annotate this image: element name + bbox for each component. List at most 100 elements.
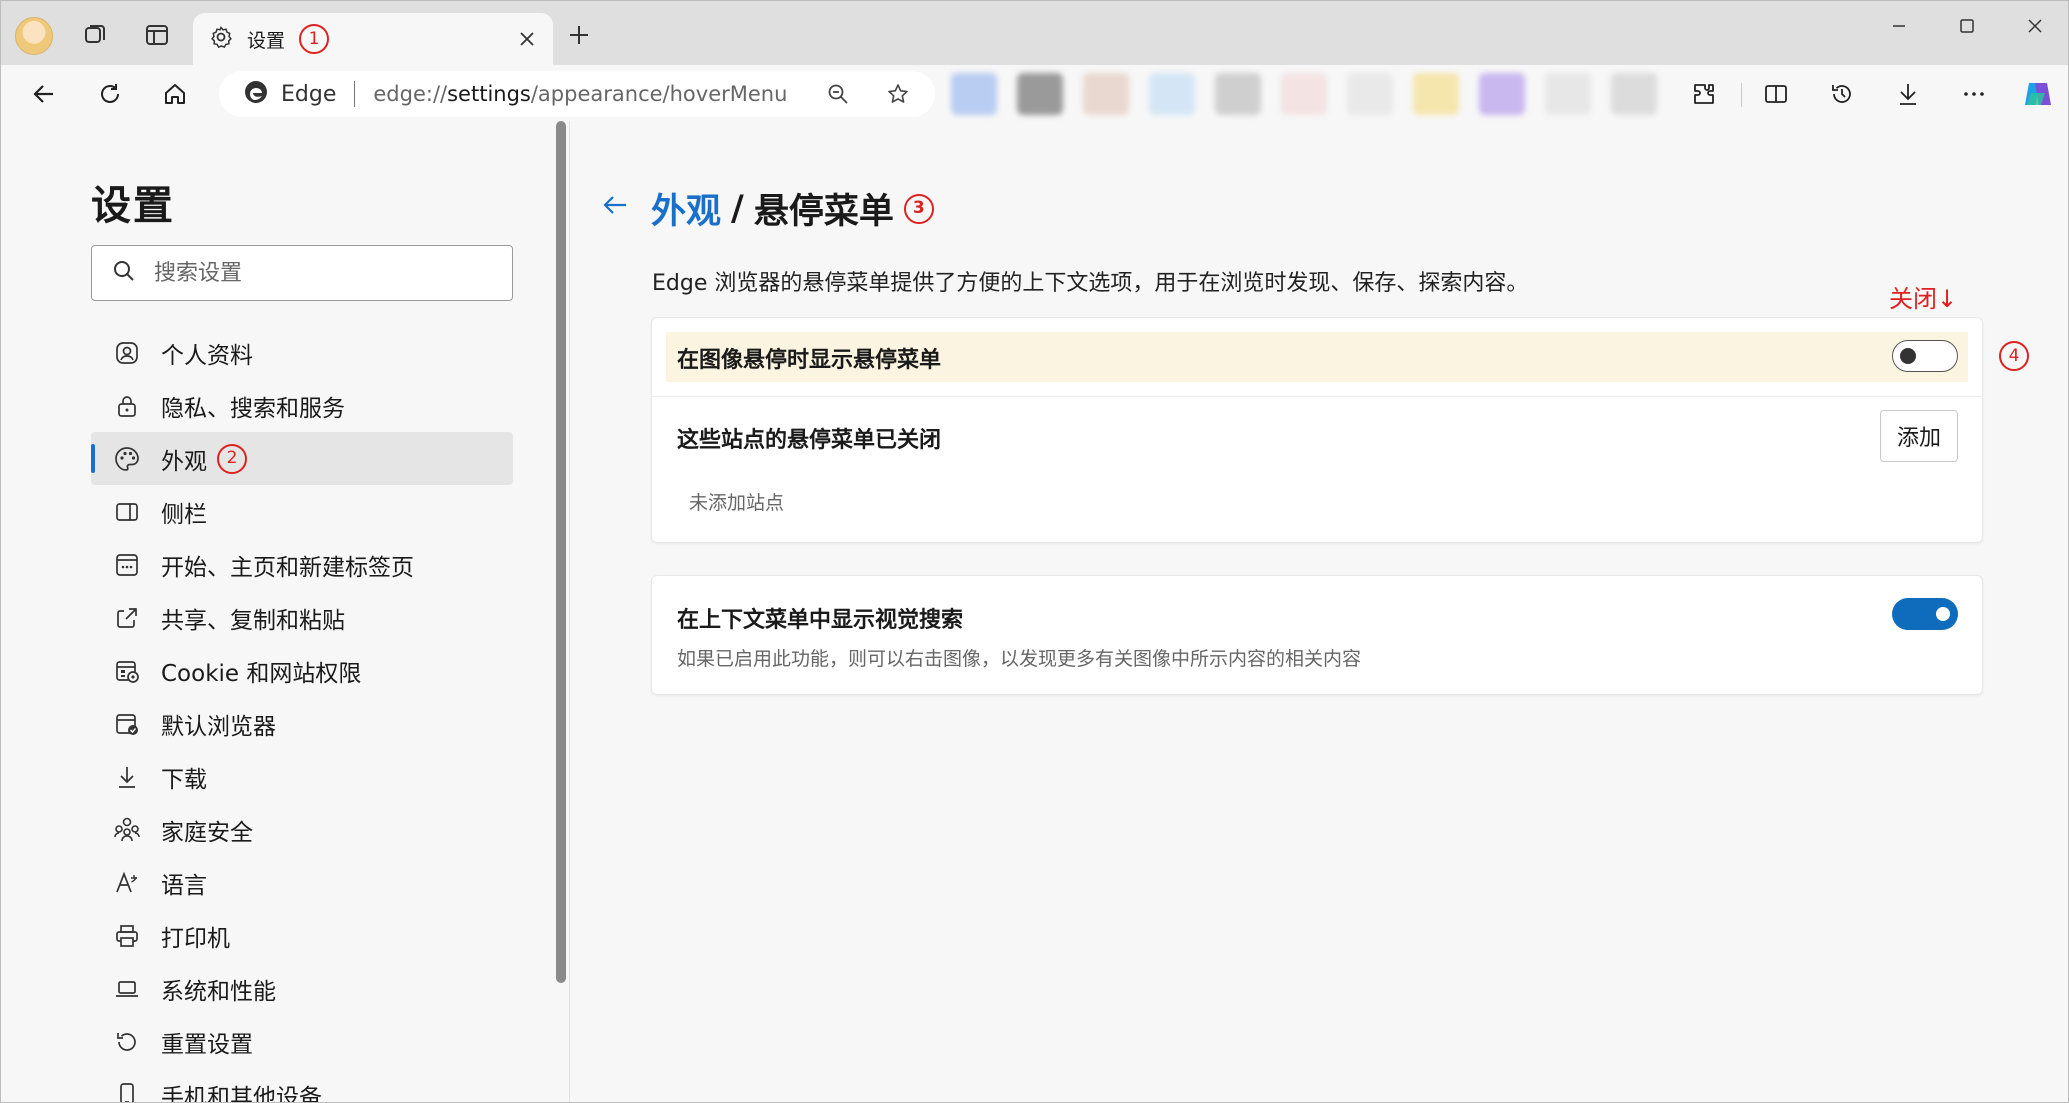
- favorite-item[interactable]: [1149, 73, 1195, 115]
- downloads-icon[interactable]: [1885, 71, 1931, 117]
- sidebar-scrollbar[interactable]: [554, 121, 568, 1102]
- disabled-sites-label: 这些站点的悬停菜单已关闭: [677, 428, 942, 453]
- visual-search-toggle-label: 在上下文菜单中显示视觉搜索: [677, 608, 964, 633]
- tab-settings[interactable]: 设置 1: [193, 13, 553, 65]
- hover-menu-toggle[interactable]: [1892, 340, 1958, 372]
- share-icon: [113, 604, 141, 632]
- favorite-item[interactable]: [1479, 73, 1525, 115]
- hover-menu-toggle-label: 在图像悬停时显示悬停菜单: [677, 348, 942, 373]
- printer-icon: [113, 922, 141, 950]
- close-tab-icon[interactable]: [513, 25, 541, 53]
- home-page-icon: [113, 551, 141, 579]
- callout-3-badge: 3: [903, 193, 934, 224]
- lock-icon: [113, 392, 141, 420]
- split-screen-icon[interactable]: [1753, 71, 1799, 117]
- pane-divider: [569, 121, 570, 1102]
- sidebar-item-label: 外观: [161, 448, 207, 475]
- sidebar-item-start-home[interactable]: 开始、主页和新建标签页: [91, 538, 513, 591]
- favorite-item[interactable]: [1281, 73, 1327, 115]
- sidebar-icon: [113, 498, 141, 526]
- copilot-icon[interactable]: [2015, 71, 2061, 117]
- sidebar-item-system-performance[interactable]: 系统和性能: [91, 962, 513, 1015]
- sidebar-item-downloads[interactable]: 下载: [91, 750, 513, 803]
- toggle-knob: [1936, 607, 1950, 621]
- minimize-button[interactable]: [1865, 1, 1933, 51]
- gear-icon: [209, 25, 233, 53]
- sidebar-item-share-copy-paste[interactable]: 共享、复制和粘贴: [91, 591, 513, 644]
- url-scheme: edge://: [373, 82, 448, 106]
- language-icon: [113, 869, 141, 897]
- sidebar-item-phone-devices[interactable]: 手机和其他设备: [91, 1068, 513, 1103]
- favorite-star-icon[interactable]: [883, 79, 913, 109]
- sidebar-item-label: 打印机: [161, 925, 230, 952]
- close-annotation: 关闭↓: [1889, 285, 1958, 313]
- new-tab-button[interactable]: [559, 15, 599, 55]
- maximize-button[interactable]: [1933, 1, 2001, 51]
- sidebar-item-family-safety[interactable]: 家庭安全: [91, 803, 513, 856]
- history-icon[interactable]: [1819, 71, 1865, 117]
- callout-2-badge: 2: [217, 443, 247, 474]
- home-button[interactable]: [152, 71, 198, 117]
- sidebar-item-appearance[interactable]: 外观 2: [91, 432, 513, 485]
- tab-title: 设置: [247, 29, 286, 52]
- favorite-item[interactable]: [1413, 73, 1459, 115]
- sidebar-item-label: 共享、复制和粘贴: [161, 607, 345, 634]
- sidebar-item-reset-settings[interactable]: 重置设置: [91, 1015, 513, 1068]
- favorite-item[interactable]: [951, 73, 997, 115]
- favorite-item[interactable]: [1083, 73, 1129, 115]
- settings-sidebar: 设置 个人资料 隐私、搜索和服务 外观 2 侧栏: [9, 121, 569, 1103]
- favorite-item[interactable]: [1215, 73, 1261, 115]
- browser-icon: [113, 710, 141, 738]
- breadcrumb-separator: /: [731, 188, 744, 229]
- sidebar-item-printers[interactable]: 打印机: [91, 909, 513, 962]
- cookie-icon: [113, 657, 141, 685]
- search-settings-box[interactable]: [91, 245, 513, 301]
- settings-title: 设置: [91, 183, 175, 229]
- url-text: edge://settings/appearance/hoverMenu: [373, 82, 787, 106]
- sidebar-item-cookies[interactable]: Cookie 和网站权限: [91, 644, 513, 697]
- sidebar-item-sidebar[interactable]: 侧栏: [91, 485, 513, 538]
- vertical-tabs-icon[interactable]: [137, 15, 177, 55]
- page-title: 悬停菜单: [753, 192, 894, 232]
- sidebar-item-privacy[interactable]: 隐私、搜索和服务: [91, 379, 513, 432]
- hover-menu-card: 在图像悬停时显示悬停菜单 这些站点的悬停菜单已关闭 添加 未添加站点: [651, 317, 1983, 543]
- back-button[interactable]: [21, 71, 67, 117]
- download-icon: [113, 763, 141, 791]
- favorite-item[interactable]: [1017, 73, 1063, 115]
- favorite-item[interactable]: [1611, 73, 1657, 115]
- sidebar-item-label: 默认浏览器: [161, 713, 276, 740]
- favorite-item[interactable]: [1545, 73, 1591, 115]
- favorites-strip: [951, 73, 1657, 115]
- zoom-out-icon[interactable]: [823, 79, 853, 109]
- sidebar-item-default-browser[interactable]: 默认浏览器: [91, 697, 513, 750]
- back-arrow-icon[interactable]: [597, 187, 633, 223]
- sidebar-item-label: Cookie 和网站权限: [161, 660, 362, 687]
- breadcrumb-appearance-link[interactable]: 外观: [651, 183, 721, 234]
- more-menu-icon[interactable]: [1951, 71, 1997, 117]
- sidebar-item-label: 手机和其他设备: [161, 1084, 322, 1103]
- add-site-button[interactable]: 添加: [1880, 410, 1958, 462]
- callout-4-badge: 4: [1999, 341, 2029, 371]
- address-bar[interactable]: Edge edge://settings/appearance/hoverMen…: [219, 71, 935, 117]
- toolbar-divider: [1741, 83, 1742, 107]
- workspaces-icon[interactable]: [75, 15, 115, 55]
- visual-search-card: 在上下文菜单中显示视觉搜索 如果已启用此功能，则可以右击图像，以发现更多有关图像…: [651, 575, 1983, 695]
- sidebar-item-profile[interactable]: 个人资料: [91, 326, 513, 379]
- refresh-button[interactable]: [87, 71, 133, 117]
- profile-avatar[interactable]: [15, 17, 53, 55]
- favorite-item[interactable]: [1347, 73, 1393, 115]
- search-settings-input[interactable]: [154, 260, 494, 286]
- sidebar-item-languages[interactable]: 语言: [91, 856, 513, 909]
- extensions-icon[interactable]: [1681, 71, 1727, 117]
- site-identity-label: Edge: [281, 81, 337, 107]
- visual-search-description: 如果已启用此功能，则可以右击图像，以发现更多有关图像中所示内容的相关内容: [677, 648, 1362, 670]
- page-description: Edge 浏览器的悬停菜单提供了方便的上下文选项，用于在浏览时发现、保存、探索内…: [652, 271, 1529, 296]
- visual-search-toggle[interactable]: [1892, 598, 1958, 630]
- scrollbar-thumb[interactable]: [556, 121, 566, 983]
- toggle-knob: [1900, 348, 1916, 364]
- palette-icon: [113, 445, 141, 473]
- browser-window: 设置 1 Edge edge://settings/appearance/hov…: [0, 0, 2069, 1103]
- profile-icon: [113, 339, 141, 367]
- close-window-button[interactable]: [2001, 1, 2068, 51]
- sidebar-item-label: 个人资料: [161, 342, 253, 369]
